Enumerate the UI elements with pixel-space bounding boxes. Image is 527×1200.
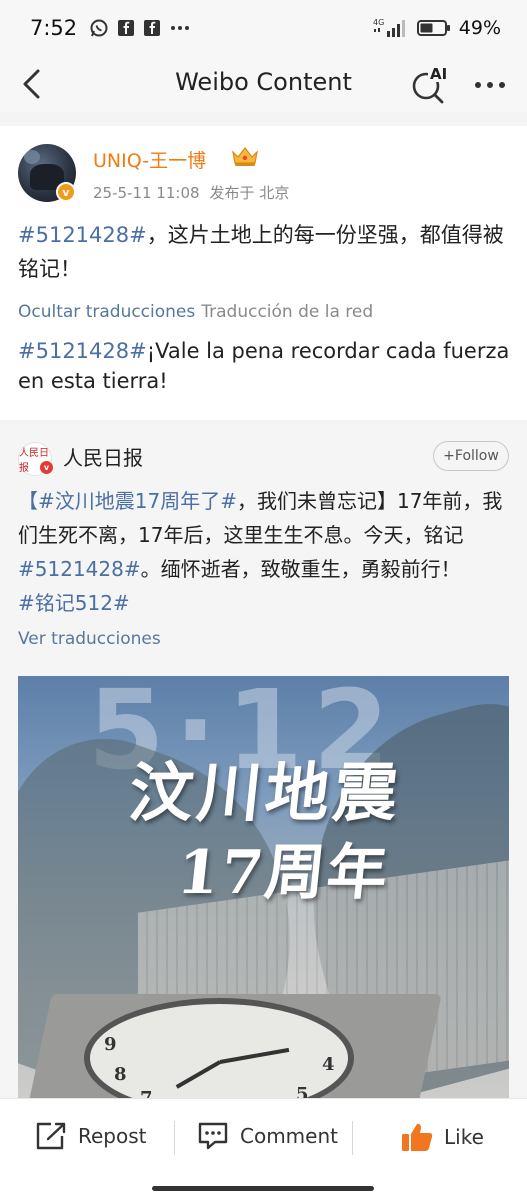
gesture-bar xyxy=(0,1178,527,1200)
notification-icons xyxy=(89,18,191,38)
post-location: 发布于 北京 xyxy=(209,184,290,202)
repost-username[interactable]: 人民日报 xyxy=(63,442,143,471)
repost-label: Repost xyxy=(78,1124,147,1148)
signal-icon: 4G xyxy=(373,17,409,39)
username[interactable]: UNIQ-王一博 xyxy=(93,146,206,173)
home-indicator[interactable] xyxy=(152,1186,374,1191)
follow-button[interactable]: +Follow xyxy=(433,441,509,471)
system-status: 4G 49% xyxy=(373,17,501,39)
hashtag-link[interactable]: #5121428# xyxy=(18,339,147,363)
clock-graphic: 9 8 7 4 5 xyxy=(84,998,354,1114)
whatsapp-icon xyxy=(89,18,109,38)
hashtag-link[interactable]: #铭记512# xyxy=(18,591,130,615)
repost-icon xyxy=(36,1122,66,1150)
translation-row: Ocultar traducciones Traducción de la red xyxy=(18,302,373,322)
repost-verified-badge: v xyxy=(39,460,54,475)
comment-label: Comment xyxy=(240,1124,338,1148)
reposted-card[interactable]: 人民日报 v 人民日报 +Follow 【#汶川地震17周年了#，我们未曾忘记】… xyxy=(0,424,527,1114)
post-text: #5121428#，这片土地上的每一份坚强，都值得被铭记！ xyxy=(18,218,508,286)
more-notifications-icon xyxy=(169,23,191,33)
post-image[interactable]: 5·12 汶川地震 17周年 9 8 7 4 5 xyxy=(18,676,509,1114)
post-meta: 25-5-11 11:08 发布于 北京 xyxy=(93,182,289,203)
battery-percent: 49% xyxy=(458,17,501,39)
image-title-line2: 17周年 xyxy=(173,838,393,908)
image-title-line1: 汶川地震 xyxy=(125,756,406,831)
hashtag-link[interactable]: #5121428# xyxy=(18,557,141,581)
repost-text: 【#汶川地震17周年了#，我们未曾忘记】17年前，我们生死不离，17年后，这里生… xyxy=(18,484,508,620)
ai-label: AI xyxy=(430,65,447,83)
divider xyxy=(174,1121,175,1155)
action-bar: Repost Comment Like xyxy=(0,1098,527,1178)
comment-button[interactable]: Comment xyxy=(196,1121,338,1151)
ai-search-button[interactable]: AI xyxy=(410,62,450,106)
repost-button[interactable]: Repost xyxy=(34,1121,147,1151)
thumbs-up-icon xyxy=(402,1123,433,1151)
status-bar: 7:52 4G 49% xyxy=(0,0,527,56)
see-translations-link[interactable]: Ver traducciones xyxy=(18,629,161,649)
translated-text: #5121428#¡Vale la pena recordar cada fue… xyxy=(18,336,513,396)
battery-icon xyxy=(416,19,451,37)
like-label: Like xyxy=(444,1125,484,1149)
more-options-button[interactable] xyxy=(470,70,510,100)
repost-text-body: 。缅怀逝者，致敬重生，勇毅前行！ xyxy=(140,557,461,581)
more-dot xyxy=(499,82,505,88)
facebook-icon xyxy=(117,19,135,37)
crown-icon xyxy=(230,144,260,172)
main-post: v UNIQ-王一博 25-5-11 11:08 发布于 北京 #5121428#… xyxy=(0,126,527,420)
clock-number: 9 xyxy=(104,1034,117,1055)
status-time: 7:52 xyxy=(30,16,78,40)
more-dot xyxy=(475,82,481,88)
post-date: 25-5-11 11:08 xyxy=(93,184,200,202)
network-label: 4G xyxy=(373,18,384,27)
nav-bar: Weibo Content AI xyxy=(0,56,527,112)
comment-icon xyxy=(198,1122,228,1150)
clock-number: 4 xyxy=(322,1054,335,1075)
hashtag-link[interactable]: 【#汶川地震17周年了# xyxy=(18,489,237,513)
divider xyxy=(352,1121,353,1155)
verified-badge: v xyxy=(56,182,76,202)
facebook-icon xyxy=(143,19,161,37)
more-dot xyxy=(487,82,493,88)
hashtag-link[interactable]: #5121428# xyxy=(18,223,147,247)
hide-translation-link[interactable]: Ocultar traducciones xyxy=(18,302,195,322)
like-button[interactable]: Like xyxy=(400,1121,484,1153)
clock-number: 8 xyxy=(114,1064,127,1085)
ai-search-icon: AI xyxy=(412,64,450,104)
translation-source: Traducción de la red xyxy=(201,302,374,322)
